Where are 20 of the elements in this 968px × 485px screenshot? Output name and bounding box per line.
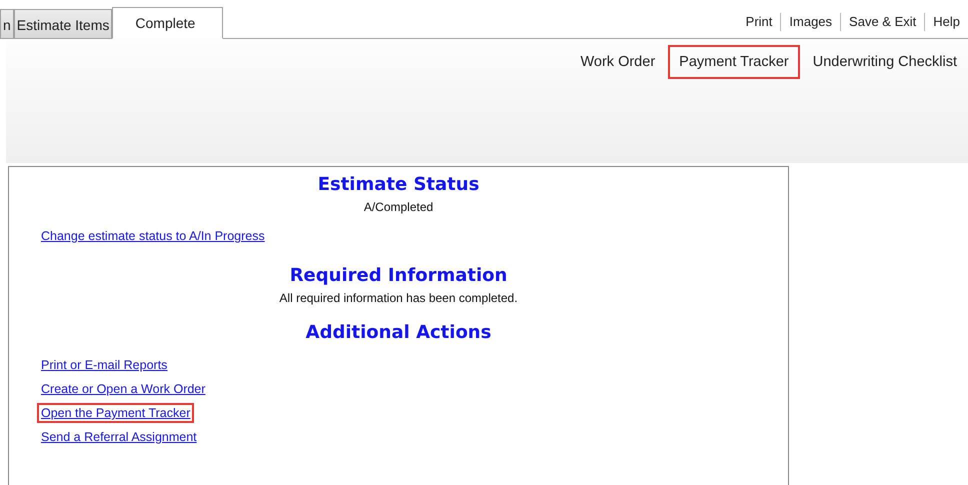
tab[interactable]: Estimate Items xyxy=(14,9,112,38)
toolbar-link[interactable]: Work Order xyxy=(569,45,666,79)
status-text: A/Completed xyxy=(362,200,434,214)
section-title: Additional Actions xyxy=(304,321,492,345)
section-title: Estimate Status xyxy=(316,173,480,197)
action-link[interactable]: Send a Referral Assignment xyxy=(37,427,201,447)
section-title: Required Information xyxy=(288,264,508,288)
toolbar-link[interactable]: Help xyxy=(924,13,968,31)
action-link[interactable]: Open the Payment Tracker xyxy=(37,403,194,423)
action-link[interactable]: Create or Open a Work Order xyxy=(37,379,210,399)
toolbar-link[interactable]: Print xyxy=(738,13,780,31)
action-link[interactable]: Change estimate status to A/In Progress xyxy=(37,226,269,246)
toolbar-link[interactable]: Save & Exit xyxy=(840,13,924,31)
action-link[interactable]: Print or E-mail Reports xyxy=(37,355,172,375)
toolbar-link[interactable]: Underwriting Checklist xyxy=(802,45,968,79)
tab[interactable]: n xyxy=(0,9,14,38)
tab[interactable]: Complete xyxy=(112,7,224,39)
status-text: All required information has been completed. xyxy=(278,291,519,305)
toolbar-link[interactable]: Images xyxy=(780,13,840,31)
toolbar-link[interactable]: Payment Tracker xyxy=(668,45,800,79)
